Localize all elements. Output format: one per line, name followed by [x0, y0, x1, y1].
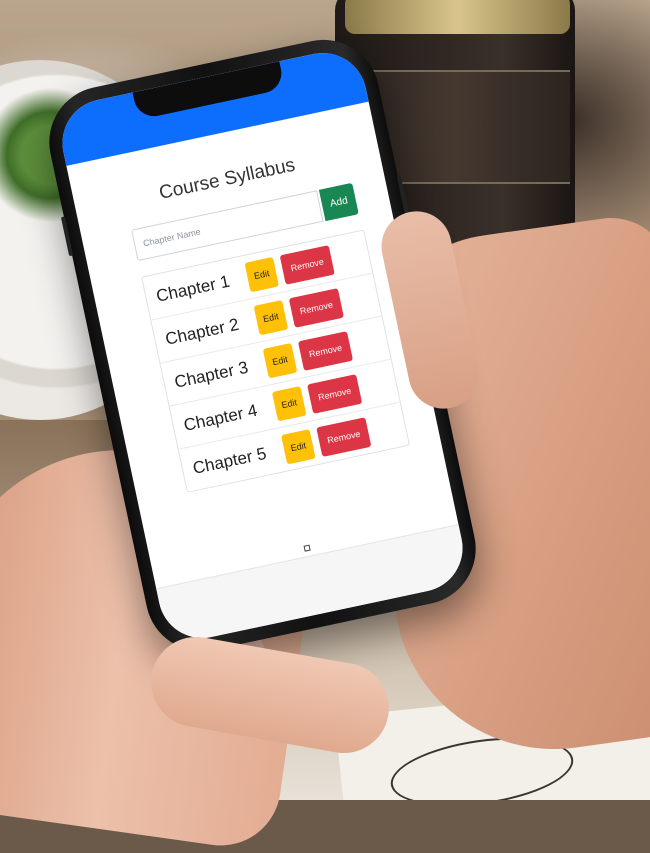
edit-button[interactable]: Edit — [280, 428, 316, 464]
chapter-label: Chapter 3 — [172, 357, 250, 392]
edit-button[interactable]: Edit — [253, 299, 289, 335]
remove-button[interactable]: Remove — [297, 330, 353, 371]
chapter-label: Chapter 1 — [154, 271, 232, 306]
remove-button[interactable]: Remove — [279, 244, 335, 285]
remove-button[interactable]: Remove — [306, 373, 363, 414]
edit-button[interactable]: Edit — [244, 256, 279, 292]
remove-button[interactable]: Remove — [288, 287, 344, 328]
can-lid — [345, 0, 570, 34]
add-button[interactable]: Add — [318, 182, 359, 222]
chapter-label: Chapter 5 — [191, 443, 268, 478]
chapter-list: Chapter 1 Edit Remove Chapter 2 Edit Rem… — [141, 229, 411, 493]
chapter-label: Chapter 4 — [181, 400, 259, 435]
edit-button[interactable]: Edit — [271, 385, 307, 421]
edit-button[interactable]: Edit — [262, 342, 298, 378]
home-indicator-icon — [303, 544, 311, 552]
chapter-label: Chapter 2 — [163, 314, 241, 349]
remove-button[interactable]: Remove — [316, 416, 372, 457]
